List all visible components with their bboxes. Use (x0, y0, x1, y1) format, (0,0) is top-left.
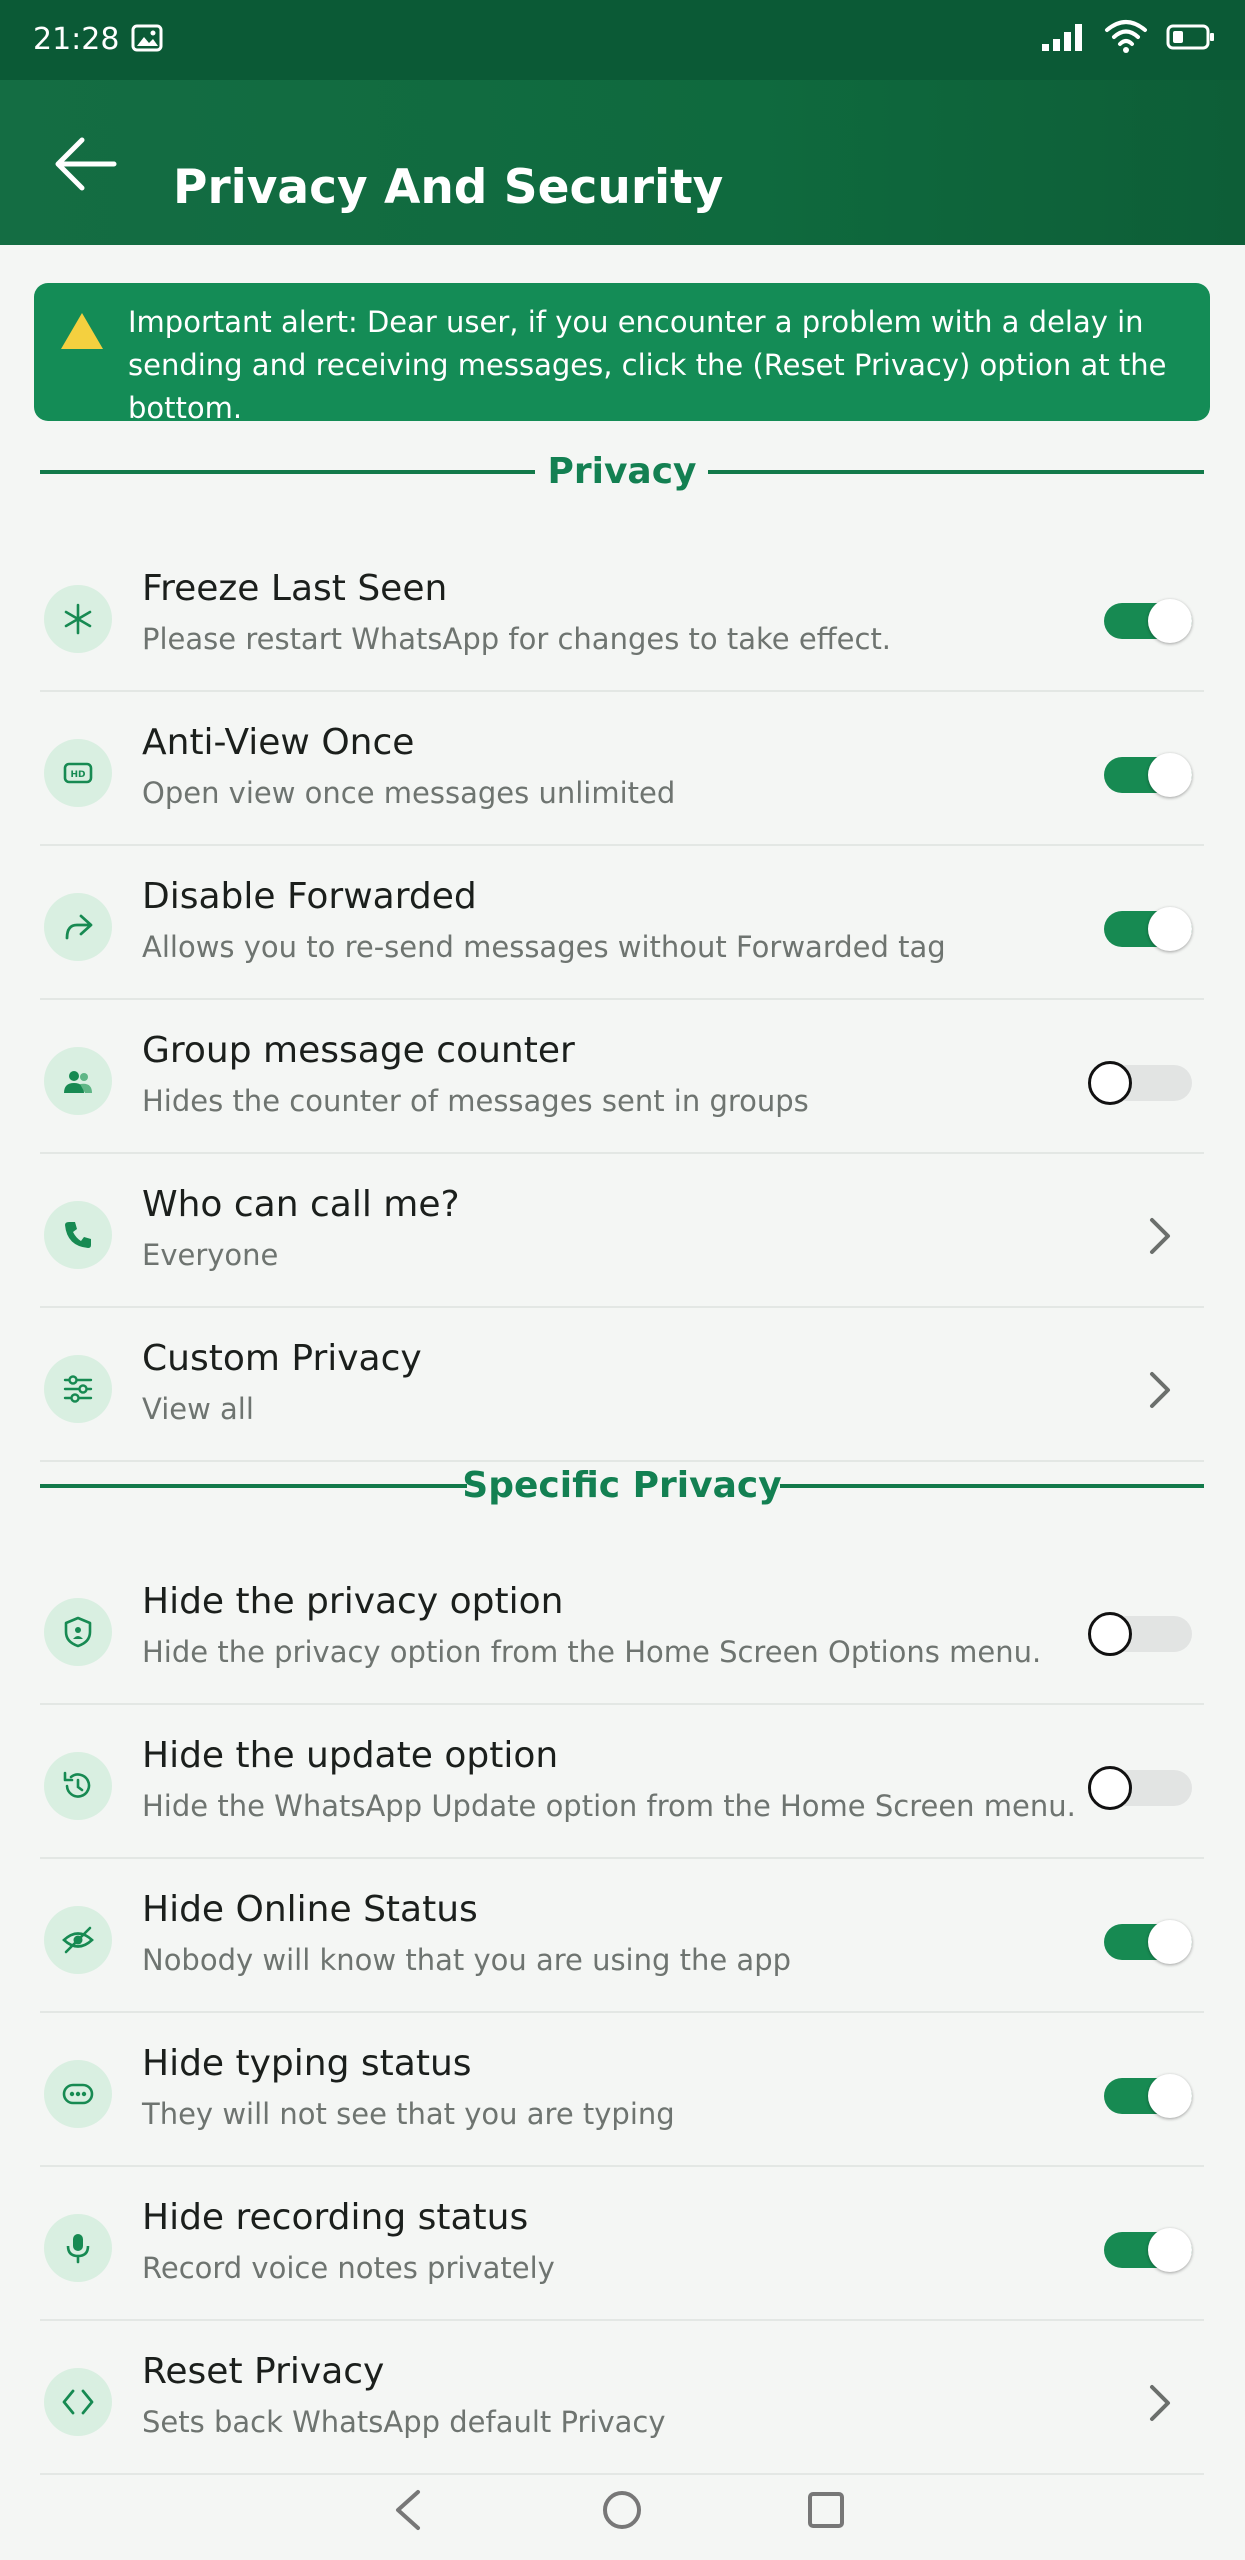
svg-text:HD: HD (70, 770, 85, 780)
setting-subtitle: Open view once messages unlimited (142, 776, 676, 810)
setting-subtitle: View all (142, 1392, 254, 1426)
setting-title: Freeze Last Seen (142, 568, 448, 609)
nav-recents-icon[interactable] (806, 2488, 846, 2532)
status-bar: 21:28 (0, 0, 1245, 80)
setting-subtitle: Hides the counter of messages sent in gr… (142, 1084, 809, 1118)
setting-subtitle: Allows you to re-send messages without F… (142, 930, 946, 964)
setting-subtitle: Please restart WhatsApp for changes to t… (142, 622, 892, 656)
setting-title: Hide Online Status (142, 1889, 478, 1930)
toggle-switch[interactable] (1100, 751, 1192, 797)
shield-icon (44, 1598, 112, 1666)
setting-title: Reset Privacy (142, 2351, 385, 2392)
warning-icon (61, 313, 103, 349)
setting-subtitle: Nobody will know that you are using the … (142, 1943, 792, 1977)
setting-subtitle: Hide the privacy option from the Home Sc… (142, 1635, 1042, 1669)
toggle-knob (1088, 1766, 1132, 1810)
history-icon (44, 1752, 112, 1820)
setting-title: Custom Privacy (142, 1338, 422, 1379)
section-title-privacy: Privacy (547, 451, 697, 492)
setting-row-hide-online-status[interactable]: Hide Online Status Nobody will know that … (40, 1859, 1204, 2013)
back-arrow-icon[interactable] (52, 130, 120, 198)
row-divider (40, 2473, 1204, 2475)
alert-text: Important alert: Dear user, if you encou… (128, 305, 1167, 425)
toggle-knob (1148, 2228, 1192, 2272)
mic-icon (44, 2214, 112, 2282)
setting-title: Anti-View Once (142, 722, 415, 763)
setting-row-anti-view-once[interactable]: HD Anti-View Once Open view once messages … (40, 692, 1204, 846)
setting-row-disable-forwarded[interactable]: Disable Forwarded Allows you to re-send m… (40, 846, 1204, 1000)
toggle-switch[interactable] (1100, 2072, 1192, 2118)
chevron-right-icon[interactable] (1144, 1368, 1176, 1412)
setting-row-custom-privacy[interactable]: Custom Privacy View all (40, 1308, 1204, 1462)
toggle-switch[interactable] (1100, 2226, 1192, 2272)
signal-icon (1042, 24, 1082, 51)
app-bar: Privacy And Security (0, 80, 1245, 245)
freeze-icon (44, 585, 112, 653)
section-title-specific-privacy: Specific Privacy (462, 1465, 782, 1506)
toggle-knob (1088, 1612, 1132, 1656)
setting-title: Group message counter (142, 1030, 575, 1071)
chevron-right-icon[interactable] (1144, 1214, 1176, 1258)
toggle-switch[interactable] (1100, 1918, 1192, 1964)
toggle-switch[interactable] (1100, 597, 1192, 643)
setting-subtitle: Record voice notes privately (142, 2251, 555, 2285)
status-time: 21:28 (33, 22, 120, 57)
nav-home-icon[interactable] (600, 2488, 644, 2532)
section-header-privacy: Privacy (40, 442, 1204, 502)
sliders-icon (44, 1355, 112, 1423)
setting-row-freeze-last-seen[interactable]: Freeze Last Seen Please restart WhatsApp … (40, 538, 1204, 692)
setting-subtitle: They will not see that you are typing (142, 2097, 675, 2131)
toggle-switch[interactable] (1088, 1764, 1192, 1810)
page-title: Privacy And Security (173, 160, 724, 215)
toggle-knob (1088, 1061, 1132, 1105)
setting-subtitle: Sets back WhatsApp default Privacy (142, 2405, 666, 2439)
image-notification-icon (131, 24, 163, 52)
toggle-switch[interactable] (1100, 905, 1192, 951)
typing-icon (44, 2060, 112, 2128)
setting-row-who-can-call-me[interactable]: Who can call me? Everyone (40, 1154, 1204, 1308)
toggle-knob (1148, 1920, 1192, 1964)
setting-title: Hide recording status (142, 2197, 529, 2238)
setting-title: Hide the update option (142, 1735, 559, 1776)
wifi-icon (1105, 20, 1147, 53)
setting-row-hide-the-privacy-option[interactable]: Hide the privacy option Hide the privacy … (40, 1551, 1204, 1705)
phone-icon (44, 1201, 112, 1269)
setting-row-reset-privacy[interactable]: Reset Privacy Sets back WhatsApp default … (40, 2321, 1204, 2475)
setting-subtitle: Everyone (142, 1238, 279, 1272)
toggle-knob (1148, 2074, 1192, 2118)
setting-title: Disable Forwarded (142, 876, 477, 917)
section-header-specific-privacy: Specific Privacy (40, 1456, 1204, 1516)
group-icon (44, 1047, 112, 1115)
toggle-knob (1148, 753, 1192, 797)
toggle-switch[interactable] (1088, 1059, 1192, 1105)
setting-title: Hide the privacy option (142, 1581, 564, 1622)
toggle-knob (1148, 907, 1192, 951)
setting-row-group-message-counter[interactable]: Group message counter Hides the counter o… (40, 1000, 1204, 1154)
important-alert-banner: Important alert: Dear user, if you encou… (34, 283, 1210, 425)
eye-off-icon (44, 1906, 112, 1974)
setting-title: Hide typing status (142, 2043, 472, 2084)
battery-icon (1166, 24, 1214, 50)
setting-row-hide-recording-status[interactable]: Hide recording status Record voice notes … (40, 2167, 1204, 2321)
system-navigation-bar (0, 2480, 1245, 2560)
toggle-knob (1148, 599, 1192, 643)
setting-row-hide-the-update-option[interactable]: Hide the update option Hide the WhatsApp … (40, 1705, 1204, 1859)
hd-icon: HD (44, 739, 112, 807)
chevron-right-icon[interactable] (1144, 2381, 1176, 2425)
toggle-switch[interactable] (1088, 1610, 1192, 1656)
nav-back-icon[interactable] (388, 2488, 428, 2532)
setting-title: Who can call me? (142, 1184, 460, 1225)
forward-icon (44, 893, 112, 961)
setting-row-hide-typing-status[interactable]: Hide typing status They will not see that… (40, 2013, 1204, 2167)
code-icon (44, 2368, 112, 2436)
setting-subtitle: Hide the WhatsApp Update option from the… (142, 1789, 1076, 1823)
